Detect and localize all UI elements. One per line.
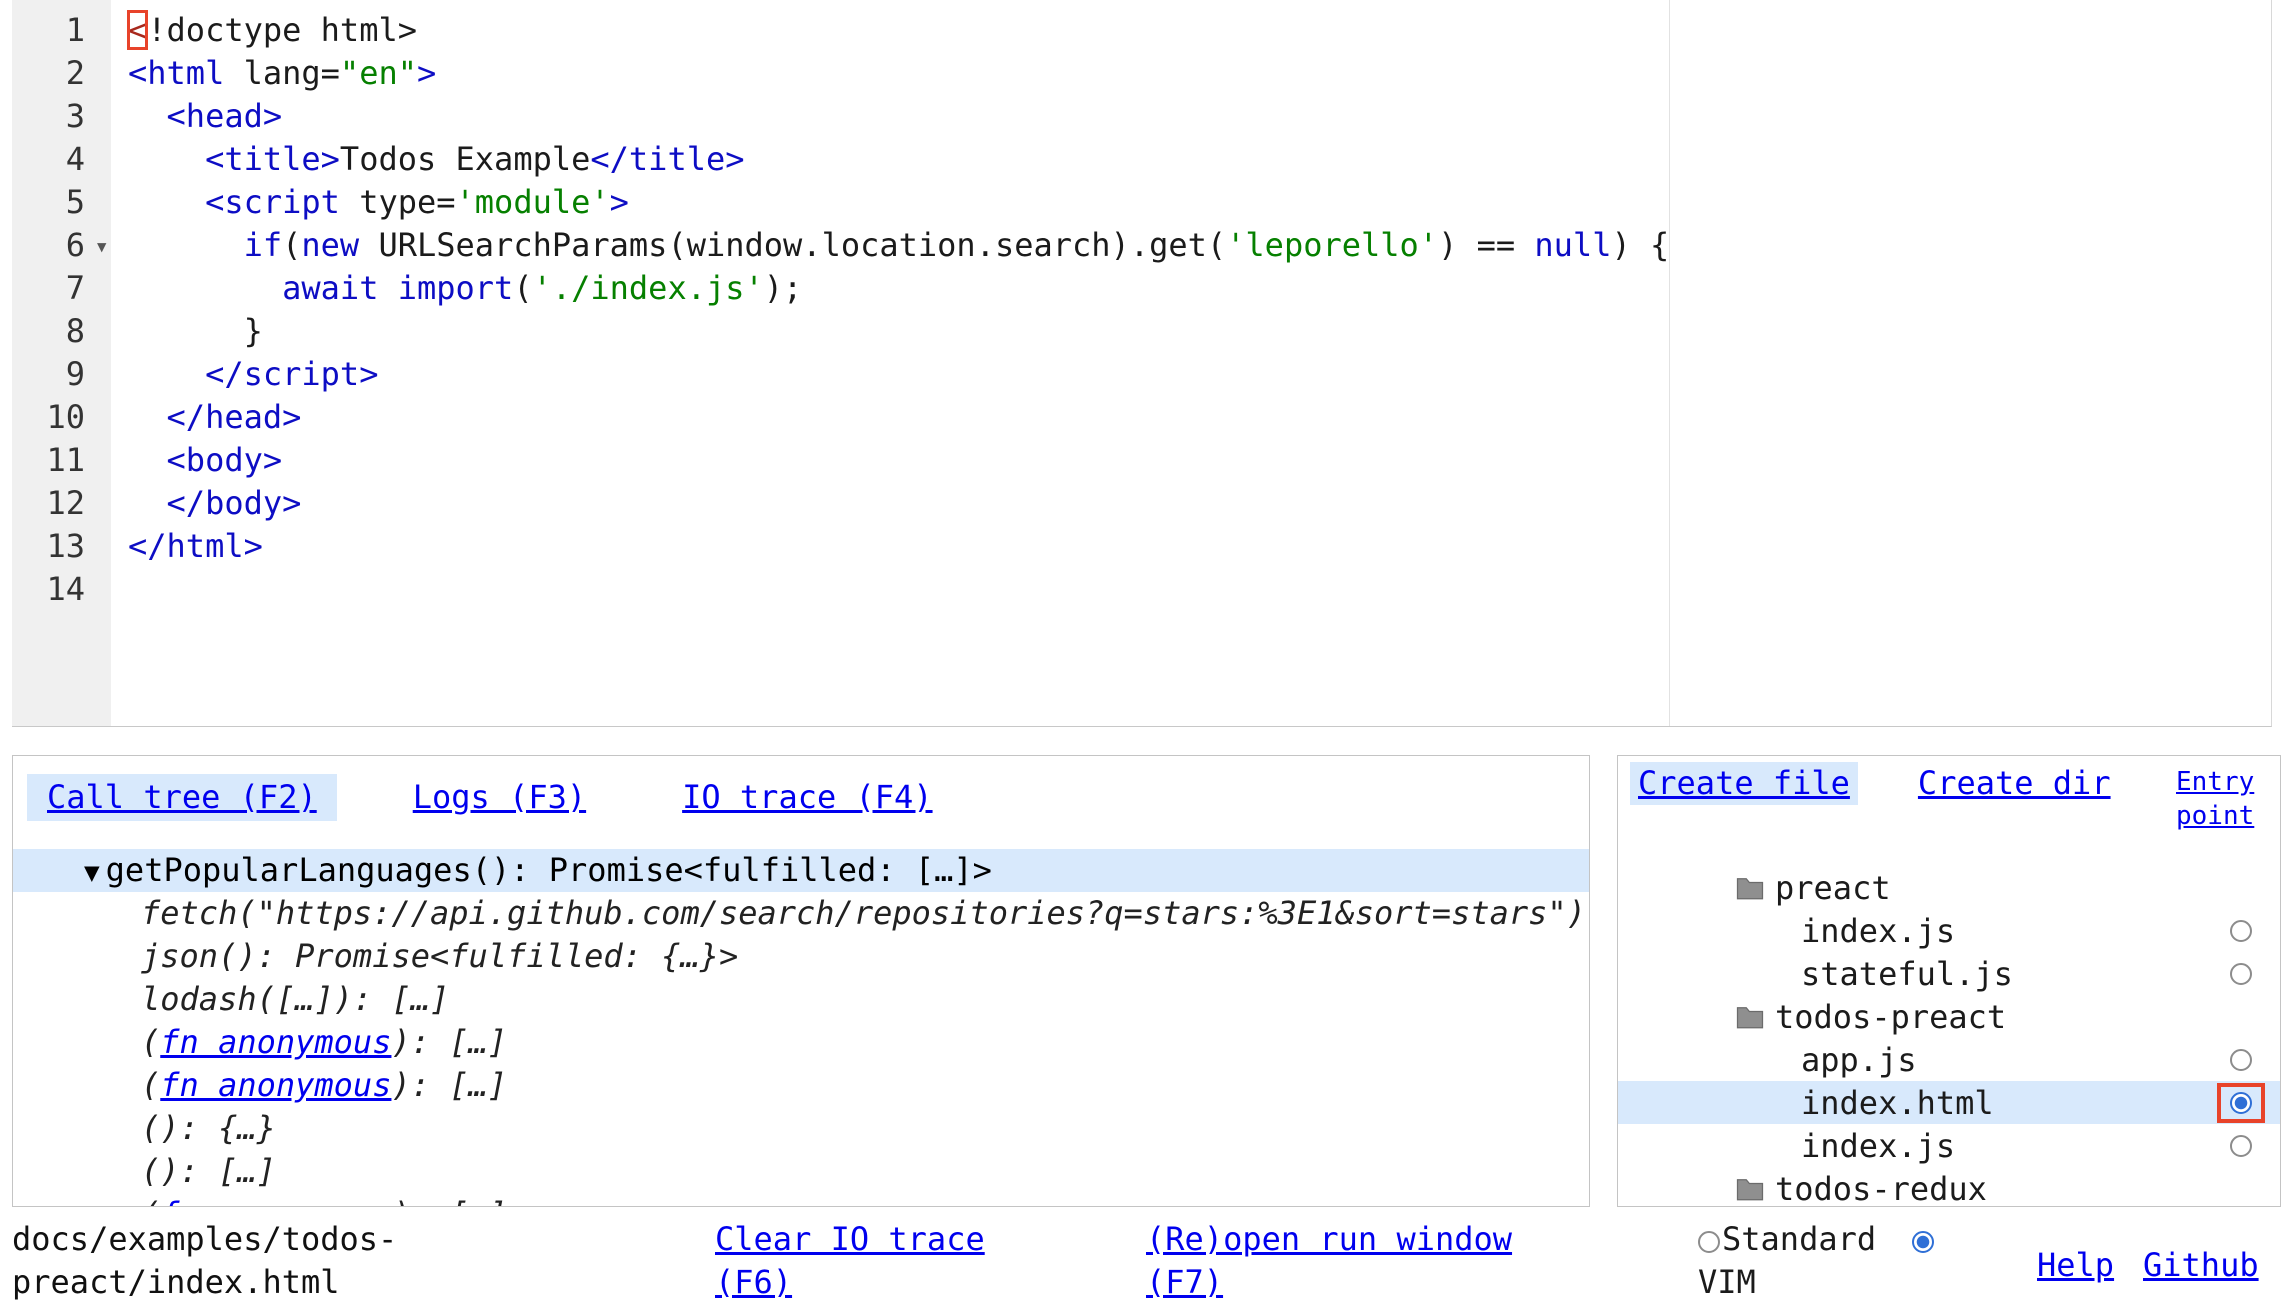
call-tree-row[interactable]: fetch("https://api.github.com/search/rep…	[13, 892, 1589, 935]
line-number: 11	[12, 439, 111, 482]
call-tree-rows: ▼getPopularLanguages(): Promise<fulfille…	[13, 849, 1589, 1207]
line-number: 3	[12, 95, 111, 138]
vim-mode-label[interactable]: VIM	[1698, 1263, 1756, 1301]
line-number: 14	[12, 568, 111, 611]
file-row-stateful-js[interactable]: stateful.js	[1618, 952, 2280, 995]
entry-point-radio-checked[interactable]	[2230, 1092, 2252, 1114]
line-number: 10	[12, 396, 111, 439]
editor-mode-radio-group: Standard VIM	[1698, 1218, 1958, 1304]
entry-point-column-header: Entry point	[2176, 762, 2272, 833]
folder-icon	[1735, 875, 1765, 900]
line-number: 7	[12, 267, 111, 310]
fn-anonymous-link[interactable]: fn anonymous	[160, 1195, 391, 1207]
code-line[interactable]: </body>	[128, 482, 2271, 525]
code-line[interactable]: await import('./index.js');	[128, 267, 2271, 310]
file-row-index-html[interactable]: index.html	[1618, 1081, 2280, 1124]
fn-anonymous-link[interactable]: fn anonymous	[160, 1023, 391, 1061]
folder-icon	[1735, 1004, 1765, 1029]
file-browser-panel: Create file Create dir Entry point preac…	[1617, 755, 2281, 1207]
standard-mode-radio[interactable]	[1698, 1231, 1720, 1253]
code-line[interactable]: <title>Todos Example</title>	[128, 138, 2271, 181]
file-row-index-js-2[interactable]: index.js	[1618, 1124, 2280, 1167]
file-row-app-js[interactable]: app.js	[1618, 1038, 2280, 1081]
code-line[interactable]: if(new URLSearchParams(window.location.s…	[128, 224, 2271, 267]
editor-gutter: 1 2 3 4 5 6▾ 7 8 9 10 11 12 13 14	[12, 0, 111, 726]
code-line[interactable]: <!doctype html>	[128, 9, 2271, 52]
tab-io-trace[interactable]: IO trace (F4)	[662, 774, 952, 821]
dir-row-preact[interactable]: preact	[1618, 866, 2280, 909]
code-editor[interactable]: 1 2 3 4 5 6▾ 7 8 9 10 11 12 13 14 <!doct…	[12, 0, 2272, 727]
expand-triangle-icon[interactable]: ▼	[84, 858, 100, 888]
dir-row-todos-preact[interactable]: todos-preact	[1618, 995, 2280, 1038]
code-line[interactable]: <body>	[128, 439, 2271, 482]
code-line[interactable]: <html lang="en">	[128, 52, 2271, 95]
entry-point-radio[interactable]	[2230, 963, 2252, 985]
call-tree-panel: Call tree (F2) Logs (F3) IO trace (F4) ▼…	[12, 755, 1590, 1207]
dir-row-todos-redux[interactable]: todos-redux	[1618, 1167, 2280, 1207]
line-number: 8	[12, 310, 111, 353]
code-line[interactable]	[128, 568, 2271, 611]
file-browser-header: Create file Create dir Entry point	[1618, 756, 2280, 833]
call-tree-row[interactable]: (fn anonymous): […]	[13, 1193, 1589, 1207]
tab-call-tree[interactable]: Call tree (F2)	[27, 774, 337, 821]
call-tree-row[interactable]: (): […]	[13, 1150, 1589, 1193]
clear-io-trace-button[interactable]: Clear IO trace (F6)	[715, 1218, 1035, 1304]
code-line[interactable]: </html>	[128, 525, 2271, 568]
line-number: 5	[12, 181, 111, 224]
call-tree-root-label: getPopularLanguages(): Promise<fulfilled…	[106, 851, 992, 889]
line-number: 12	[12, 482, 111, 525]
call-tree-row[interactable]: json(): Promise<fulfilled: {…}>	[13, 935, 1589, 978]
panel-tabs: Call tree (F2) Logs (F3) IO trace (F4)	[13, 756, 1589, 831]
code-line[interactable]: }	[128, 310, 2271, 353]
entry-point-selection-box	[2217, 1083, 2265, 1123]
create-file-button[interactable]: Create file	[1630, 762, 1858, 805]
code-line[interactable]: <script type='module'>	[128, 181, 2271, 224]
line-number: 6▾	[12, 224, 111, 267]
entry-point-radio[interactable]	[2230, 1049, 2252, 1071]
vim-mode-radio[interactable]	[1912, 1231, 1934, 1253]
editor-cursor: <	[128, 11, 147, 49]
file-row-index-js[interactable]: index.js	[1618, 909, 2280, 952]
line-number: 2	[12, 52, 111, 95]
call-tree-row[interactable]: (fn anonymous): […]	[13, 1021, 1589, 1064]
fold-marker-icon[interactable]: ▾	[95, 225, 109, 268]
current-file-path: docs/examples/todos-preact/index.html	[12, 1218, 404, 1304]
reopen-run-window-button[interactable]: (Re)open run window (F7)	[1146, 1218, 1546, 1304]
line-number: 13	[12, 525, 111, 568]
tab-logs[interactable]: Logs (F3)	[393, 774, 606, 821]
call-tree-row[interactable]: lodash([…]): […]	[13, 978, 1589, 1021]
line-number: 1	[12, 9, 111, 52]
call-tree-row[interactable]: (fn anonymous): […]	[13, 1064, 1589, 1107]
folder-icon	[1735, 1176, 1765, 1201]
call-tree-root-row[interactable]: ▼getPopularLanguages(): Promise<fulfille…	[13, 849, 1589, 892]
code-line[interactable]: </head>	[128, 396, 2271, 439]
github-link[interactable]: Github	[2143, 1244, 2259, 1287]
fn-anonymous-link[interactable]: fn anonymous	[160, 1066, 391, 1104]
line-number: 4	[12, 138, 111, 181]
file-tree: preact index.js stateful.js todos-preact…	[1618, 866, 2280, 1207]
code-line[interactable]: </script>	[128, 353, 2271, 396]
entry-point-radio[interactable]	[2230, 1135, 2252, 1157]
line-number: 9	[12, 353, 111, 396]
editor-code-area[interactable]: <!doctype html> <html lang="en"> <head> …	[111, 0, 2271, 726]
entry-point-radio[interactable]	[2230, 920, 2252, 942]
help-link[interactable]: Help	[2037, 1244, 2114, 1287]
code-line[interactable]: <head>	[128, 95, 2271, 138]
standard-mode-label[interactable]: Standard	[1722, 1220, 1876, 1258]
call-tree-row[interactable]: (): {…}	[13, 1107, 1589, 1150]
create-dir-button[interactable]: Create dir	[1910, 762, 2119, 805]
